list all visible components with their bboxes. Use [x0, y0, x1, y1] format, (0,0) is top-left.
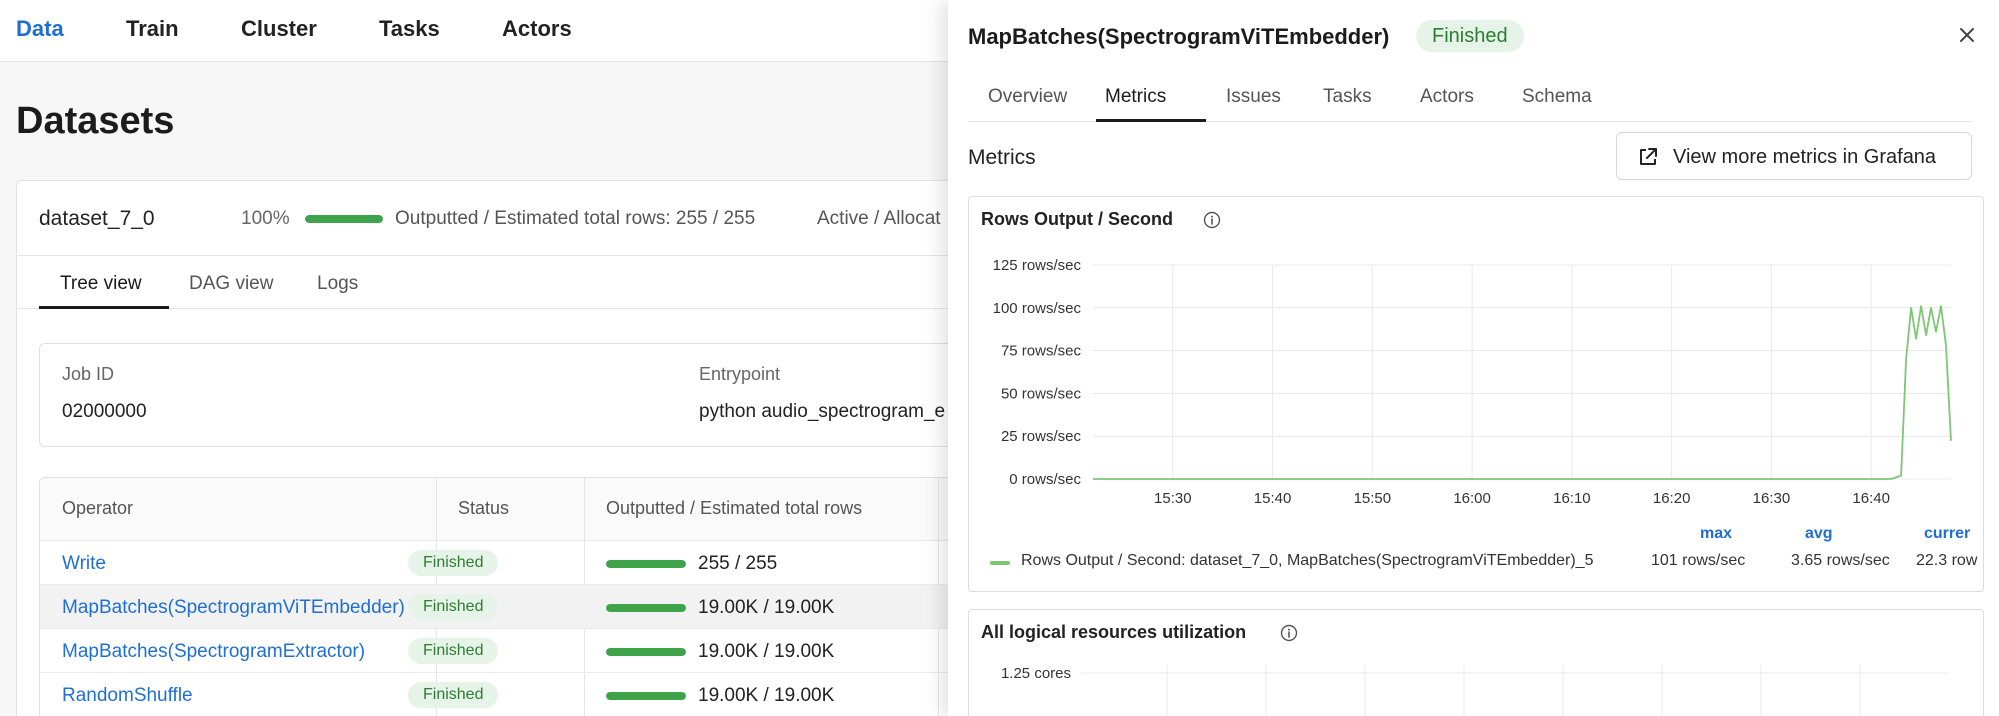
row-progress-fill: [606, 648, 686, 656]
x-tick-label: 16:00: [1453, 490, 1491, 507]
active-tab-indicator: [39, 306, 169, 309]
row-count: 19.00K / 19.00K: [698, 597, 835, 618]
y-tick-label: 0 rows/sec: [1009, 471, 1081, 488]
tab-schema[interactable]: Schema: [1522, 86, 1592, 108]
drawer-status-badge: Finished: [1416, 20, 1524, 52]
stat-max-label[interactable]: max: [1700, 525, 1732, 543]
x-tick-label: 15:50: [1354, 490, 1392, 507]
x-tick-label: 15:30: [1154, 490, 1192, 507]
tab-issues[interactable]: Issues: [1226, 86, 1281, 108]
y-tick-label: 100 rows/sec: [993, 300, 1082, 317]
active-tab-indicator: [1096, 119, 1206, 122]
stat-max-value: 101 rows/sec: [1651, 552, 1746, 569]
nav-train[interactable]: Train: [126, 16, 179, 42]
y-tick-label: 125 rows/sec: [993, 257, 1082, 274]
row-count: 255 / 255: [698, 553, 778, 574]
x-tick-label: 16:30: [1753, 490, 1791, 507]
logical-resources-chart[interactable]: 1.25 cores: [969, 610, 1984, 716]
job-id-value: 02000000: [62, 401, 147, 422]
y-tick-label: 25 rows/sec: [1001, 428, 1082, 445]
nav-cluster[interactable]: Cluster: [241, 16, 317, 42]
dataset-progress-percent: 100%: [241, 208, 290, 229]
operator-link[interactable]: Write: [62, 553, 106, 575]
external-link-icon: [1640, 148, 1657, 165]
x-tick-label: 16:40: [1852, 490, 1890, 507]
row-progress-bar: [606, 648, 686, 656]
dataset-progress-bar: [305, 215, 383, 223]
operator-detail-drawer: MapBatches(SpectrogramViTEmbedder) Finis…: [948, 0, 1999, 716]
legend-label[interactable]: Rows Output / Second: dataset_7_0, MapBa…: [1021, 552, 1593, 570]
dataset-progress-fill: [305, 215, 383, 223]
page-title: Datasets: [16, 100, 175, 142]
entrypoint-value: python audio_spectrogram_e: [699, 401, 946, 422]
row-progress-fill: [606, 692, 686, 700]
logical-resources-panel: All logical resources utilization 1.25 c…: [968, 609, 1984, 716]
tab-actors[interactable]: Actors: [1420, 86, 1474, 108]
row-progress-fill: [606, 604, 686, 612]
y-tick-label: 50 rows/sec: [1001, 385, 1082, 402]
status-badge: Finished: [408, 638, 499, 664]
nav-tasks[interactable]: Tasks: [379, 16, 440, 42]
row-count: 19.00K / 19.00K: [698, 685, 835, 706]
status-badge: Finished: [408, 550, 499, 576]
stat-avg-value: 3.65 rows/sec: [1791, 552, 1890, 569]
drawer-title: MapBatches(SpectrogramViTEmbedder): [968, 24, 1390, 49]
header-rows[interactable]: Outputted / Estimated total rows: [606, 498, 862, 519]
x-tick-label: 16:20: [1653, 490, 1691, 507]
row-progress-bar: [606, 560, 686, 568]
y-tick-label: 1.25 cores: [1001, 665, 1071, 682]
row-progress-bar: [606, 692, 686, 700]
operator-link[interactable]: RandomShuffle: [62, 685, 193, 707]
stat-current-label[interactable]: currer: [1924, 525, 1970, 543]
grafana-button-label: View more metrics in Grafana: [1673, 146, 1937, 168]
dataset-active-summary: Active / Allocat: [817, 208, 941, 229]
stat-current-value: 22.3 row: [1916, 552, 1978, 569]
row-progress-fill: [606, 560, 686, 568]
status-badge: Finished: [408, 682, 499, 708]
row-count: 19.00K / 19.00K: [698, 641, 835, 662]
x-tick-label: 16:10: [1553, 490, 1591, 507]
tab-dag-view[interactable]: DAG view: [189, 273, 273, 295]
stat-avg-label[interactable]: avg: [1805, 525, 1833, 543]
dataset-rows-summary: Outputted / Estimated total rows: 255 / …: [395, 208, 756, 229]
nav-actors[interactable]: Actors: [502, 16, 572, 42]
metrics-section-title: Metrics: [968, 146, 1036, 169]
nav-data[interactable]: Data: [16, 16, 64, 42]
tab-metrics[interactable]: Metrics: [1105, 86, 1166, 108]
series-line: [1093, 305, 1952, 480]
header-status[interactable]: Status: [458, 498, 509, 519]
header-operator[interactable]: Operator: [62, 498, 133, 519]
legend-swatch: [990, 561, 1010, 565]
y-tick-label: 75 rows/sec: [1001, 343, 1082, 360]
tab-logs[interactable]: Logs: [317, 273, 358, 295]
close-icon[interactable]: [1956, 24, 1978, 46]
rows-output-chart[interactable]: 0 rows/sec 25 rows/sec 50 rows/sec 75 rows/…: [969, 197, 1984, 517]
tab-overview[interactable]: Overview: [988, 86, 1067, 108]
status-badge: Finished: [408, 594, 499, 620]
x-tick-label: 15:40: [1254, 490, 1292, 507]
tab-tree-view[interactable]: Tree view: [60, 273, 142, 295]
drawer-tabs: Overview Metrics Issues Tasks Actors Sch…: [968, 84, 1972, 122]
operator-link[interactable]: MapBatches(SpectrogramExtractor): [62, 641, 365, 663]
tab-tasks[interactable]: Tasks: [1323, 86, 1372, 108]
entrypoint-label: Entrypoint: [699, 364, 781, 384]
view-in-grafana-button[interactable]: View more metrics in Grafana: [1616, 132, 1972, 180]
dataset-name: dataset_7_0: [39, 207, 155, 230]
job-id-label: Job ID: [62, 364, 115, 384]
rows-output-panel: Rows Output / Second 0 rows/sec 25 rows/s…: [968, 196, 1984, 592]
operator-link[interactable]: MapBatches(SpectrogramViTEmbedder): [62, 597, 405, 619]
row-progress-bar: [606, 604, 686, 612]
